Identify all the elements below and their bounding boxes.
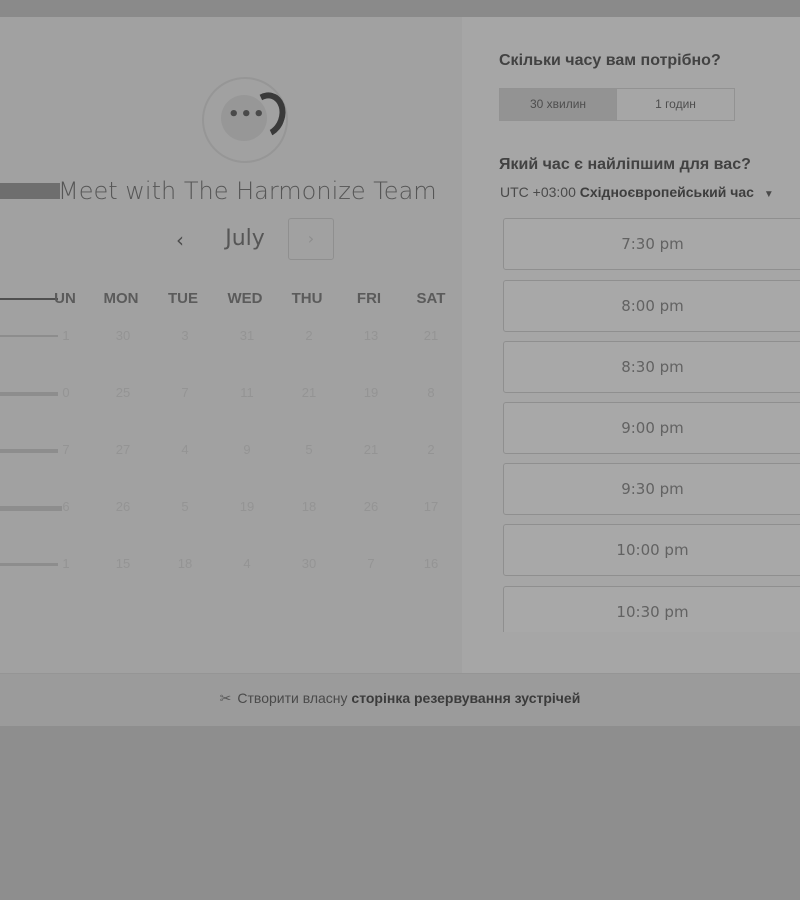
footer-link[interactable]: сторінка резервування зустрічей: [351, 690, 580, 706]
calendar-day[interactable]: 6: [46, 499, 86, 514]
calendar-day[interactable]: 8: [411, 385, 451, 400]
calendar-day[interactable]: 15: [103, 556, 143, 571]
time-slot[interactable]: 9:30 pm: [503, 463, 800, 515]
calendar-day[interactable]: 26: [351, 499, 391, 514]
calendar-day[interactable]: 16: [411, 556, 451, 571]
time-slot[interactable]: 10:30 pm: [503, 586, 800, 632]
calendar-day[interactable]: 17: [411, 499, 451, 514]
weekday-wed: WED: [227, 290, 263, 307]
time-slot[interactable]: 8:00 pm: [503, 280, 800, 332]
scissors-icon: ✂: [219, 690, 232, 706]
time-slot[interactable]: 8:30 pm: [503, 341, 800, 393]
calendar-day[interactable]: 26: [103, 499, 143, 514]
time-slot-list[interactable]: 7:30 pm 8:00 pm 8:30 pm 9:00 pm 9:30 pm …: [503, 218, 800, 632]
calendar-day[interactable]: 7: [351, 556, 391, 571]
weekday-fri: FRI: [356, 290, 382, 307]
calendar-day[interactable]: 21: [411, 328, 451, 343]
footer: ✂ Створити власну сторінка резервування з…: [0, 673, 800, 726]
calendar-day[interactable]: 21: [351, 442, 391, 457]
footer-prefix: Створити власну: [237, 690, 348, 706]
weekday-thu: THU: [291, 290, 323, 307]
calendar-day[interactable]: 2: [411, 442, 451, 457]
weekday-tue: TUE: [168, 290, 198, 307]
calendar-day[interactable]: 31: [227, 328, 267, 343]
calendar-day[interactable]: 1: [46, 556, 86, 571]
timezone-selector[interactable]: UTC +03:00 Східноєвропейський час ▼: [500, 184, 774, 200]
calendar-day[interactable]: 0: [46, 385, 86, 400]
duration-option-1h[interactable]: 1 годин: [616, 88, 735, 121]
calendar-day[interactable]: 5: [165, 499, 205, 514]
weekday-sat: SAT: [416, 290, 446, 307]
calendar-day[interactable]: 11: [227, 385, 267, 400]
calendar-day[interactable]: 7: [46, 442, 86, 457]
footer-text: ✂ Створити власну сторінка резервування з…: [0, 690, 800, 707]
prev-month-button[interactable]: ‹: [166, 224, 194, 256]
calendar-day[interactable]: 5: [289, 442, 329, 457]
time-slot[interactable]: 9:00 pm: [503, 402, 800, 454]
calendar-day[interactable]: 13: [351, 328, 391, 343]
next-month-button[interactable]: ›: [288, 218, 334, 260]
duration-option-30min[interactable]: 30 хвилин: [499, 88, 617, 121]
calendar-day[interactable]: 9: [227, 442, 267, 457]
calendar-day[interactable]: 7: [165, 385, 205, 400]
duration-question: Скільки часу вам потрібно?: [499, 52, 721, 69]
time-slot[interactable]: 10:00 pm: [503, 524, 800, 576]
calendar-day[interactable]: 4: [227, 556, 267, 571]
month-label: July: [225, 226, 265, 251]
calendar-day[interactable]: 3: [165, 328, 205, 343]
weekday-sun: UN: [54, 290, 76, 307]
calendar-day[interactable]: 18: [289, 499, 329, 514]
calendar-day[interactable]: 30: [103, 328, 143, 343]
time-slot[interactable]: 7:30 pm: [503, 218, 800, 270]
page-title: Meet with The Harmonize Team: [58, 177, 437, 205]
calendar-day[interactable]: 30: [289, 556, 329, 571]
calendar-day[interactable]: 27: [103, 442, 143, 457]
calendar-day[interactable]: 2: [289, 328, 329, 343]
redacted-bar: [0, 183, 60, 199]
weekday-mon: MON: [103, 290, 139, 307]
caret-down-icon: ▼: [763, 189, 774, 200]
calendar-day[interactable]: 18: [165, 556, 205, 571]
time-question: Який час є найліпшим для вас?: [499, 156, 751, 173]
calendar-day[interactable]: 21: [289, 385, 329, 400]
calendar-day[interactable]: 19: [351, 385, 391, 400]
calendar-day[interactable]: 25: [103, 385, 143, 400]
timezone-offset: UTC +03:00: [500, 184, 576, 200]
calendar-day[interactable]: 4: [165, 442, 205, 457]
calendar-day[interactable]: 1: [46, 328, 86, 343]
timezone-name: Східноєвропейський час: [579, 184, 754, 200]
calendar-day[interactable]: 19: [227, 499, 267, 514]
top-bar: [0, 0, 800, 17]
